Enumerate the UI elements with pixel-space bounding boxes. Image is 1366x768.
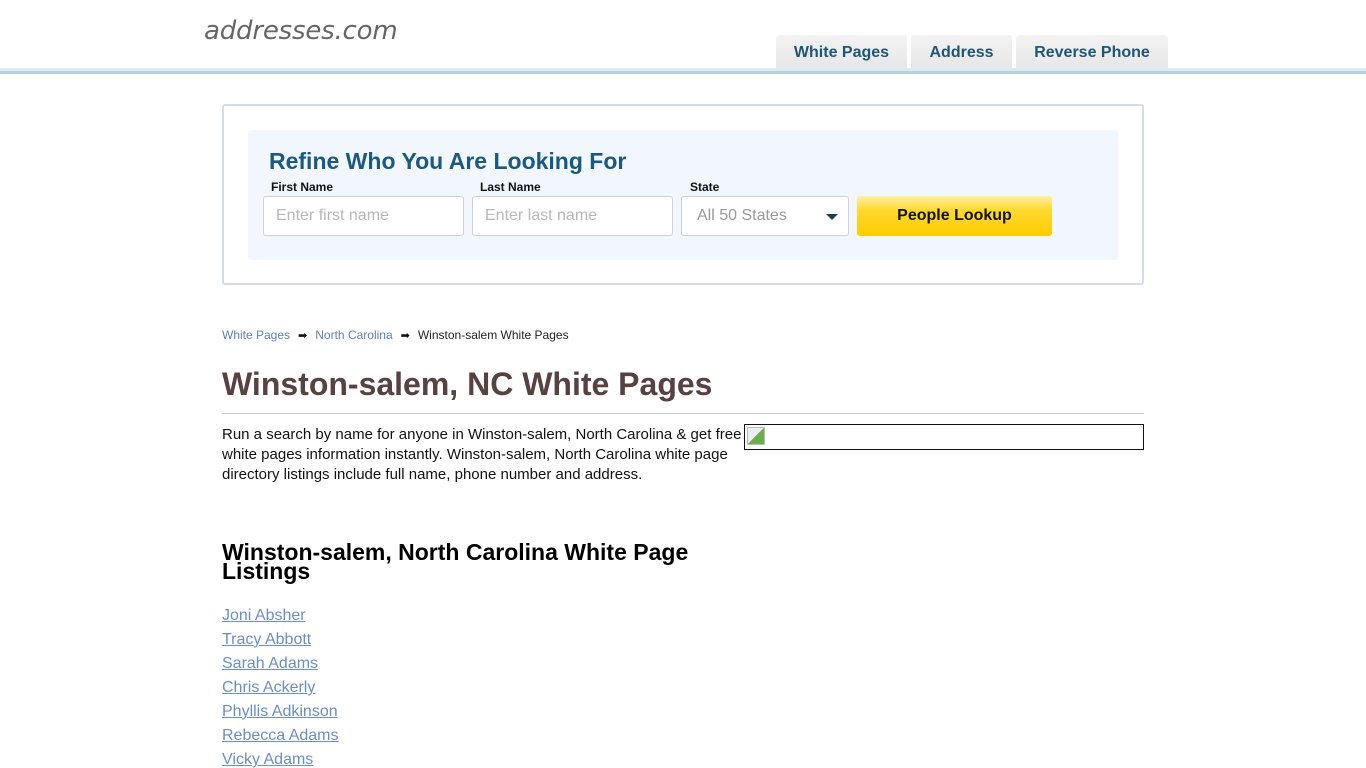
site-header: addresses.com White Pages Address Revers… xyxy=(0,0,1366,76)
listing-link[interactable]: Sarah Adams xyxy=(222,655,318,672)
listing-link[interactable]: Joni Absher xyxy=(222,607,306,624)
listing-link[interactable]: Tracy Abbott xyxy=(222,631,311,648)
listing-link[interactable]: Rebecca Adams xyxy=(222,727,339,744)
breadcrumb-north-carolina[interactable]: North Carolina xyxy=(315,328,392,342)
first-name-input[interactable] xyxy=(263,196,464,236)
title-divider xyxy=(222,413,1144,414)
list-item: Sarah Adams xyxy=(222,654,339,678)
nav-tab-reverse-phone[interactable]: Reverse Phone xyxy=(1016,35,1168,71)
last-name-input[interactable] xyxy=(472,196,673,236)
state-select[interactable]: All 50 States xyxy=(681,196,849,236)
arrow-right-icon: ➡ xyxy=(400,329,410,342)
list-item: Vicky Adams xyxy=(222,750,339,768)
list-item: Joni Absher xyxy=(222,606,339,630)
listings-list: Joni Absher Tracy Abbott Sarah Adams Chr… xyxy=(222,606,339,768)
breadcrumb-current: Winston-salem White Pages xyxy=(417,328,569,342)
site-logo[interactable]: addresses.com xyxy=(204,16,398,46)
nav-tab-address[interactable]: Address xyxy=(911,35,1012,71)
first-name-label: First Name xyxy=(271,180,334,194)
listings-title: Winston-salem, North Carolina White Page… xyxy=(222,539,689,584)
ad-banner[interactable] xyxy=(744,424,1144,450)
state-label: State xyxy=(690,180,720,194)
state-selected-value: All 50 States xyxy=(697,207,787,224)
chevron-down-icon xyxy=(826,214,838,220)
list-item: Rebecca Adams xyxy=(222,726,339,750)
list-item: Chris Ackerly xyxy=(222,678,339,702)
last-name-label: Last Name xyxy=(480,180,541,194)
listing-link[interactable]: Vicky Adams xyxy=(222,751,313,768)
listing-link[interactable]: Chris Ackerly xyxy=(222,679,315,696)
people-lookup-button[interactable]: People Lookup xyxy=(857,196,1052,236)
search-title: Refine Who You Are Looking For xyxy=(269,148,627,174)
search-form: Refine Who You Are Looking For First Nam… xyxy=(248,130,1118,260)
arrow-right-icon: ➡ xyxy=(298,329,308,342)
intro-text: Run a search by name for anyone in Winst… xyxy=(222,426,742,483)
broken-image-icon xyxy=(747,427,765,445)
breadcrumb: White Pages ➡ North Carolina ➡ Winston-s… xyxy=(222,328,569,342)
breadcrumb-white-pages[interactable]: White Pages xyxy=(222,328,290,342)
listing-link[interactable]: Phyllis Adkinson xyxy=(222,703,338,720)
search-panel: Refine Who You Are Looking For First Nam… xyxy=(222,104,1144,285)
page-title: Winston-salem, NC White Pages xyxy=(222,366,713,402)
nav-tab-white-pages[interactable]: White Pages xyxy=(776,35,907,71)
list-item: Tracy Abbott xyxy=(222,630,339,654)
list-item: Phyllis Adkinson xyxy=(222,702,339,726)
main-nav: White Pages Address Reverse Phone xyxy=(776,35,1172,71)
header-divider xyxy=(0,71,1366,74)
